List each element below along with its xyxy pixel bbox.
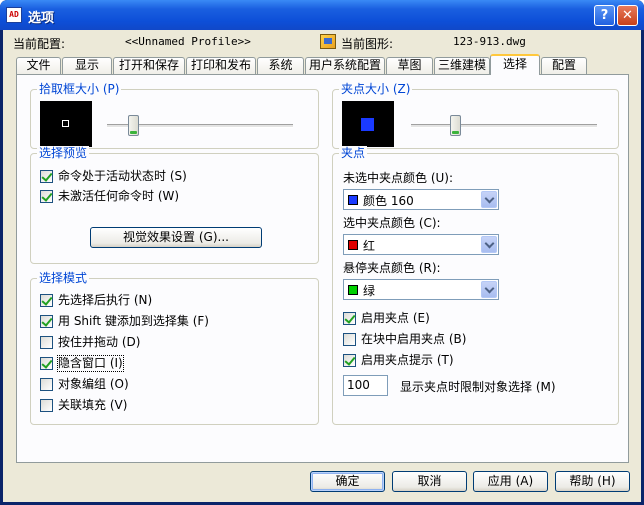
grip-slider-thumb[interactable] — [449, 115, 461, 136]
combo-value: 颜色 160 — [363, 194, 414, 208]
checkbox-box[interactable] — [40, 399, 53, 412]
selection-preview-title: 选择预览 — [37, 146, 90, 160]
checkbox-box[interactable] — [343, 333, 356, 346]
grip-object-limit-input[interactable]: 100 — [343, 375, 388, 396]
chevron-down-icon[interactable] — [481, 236, 497, 253]
dialog-client: 当前配置: <<Unnamed Profile>> 当前图形: 123-913.… — [3, 30, 641, 502]
color-swatch — [348, 195, 358, 205]
selection-modes-title: 选择模式 — [37, 271, 90, 285]
hover-grip-color-combo[interactable]: 绿 — [343, 279, 499, 300]
checkbox-box[interactable] — [40, 294, 53, 307]
tab-drafting[interactable]: 草图 — [386, 57, 433, 74]
grips-title: 夹点 — [339, 146, 368, 160]
color-swatch — [348, 285, 358, 295]
checkbox-label: 启用夹点提示 (T) — [361, 353, 454, 367]
visual-effect-settings-button[interactable]: 视觉效果设置 (G)... — [90, 227, 262, 248]
checkbox-label: 命令处于活动状态时 (S) — [58, 169, 187, 183]
title-bar[interactable]: AD 选项 ? ✕ — [0, 0, 644, 30]
current-profile-value: <<Unnamed Profile>> — [125, 35, 251, 48]
current-drawing-value: 123-913.dwg — [453, 35, 526, 48]
tab-profiles[interactable]: 配置 — [541, 57, 587, 74]
checkbox-box[interactable] — [343, 354, 356, 367]
checkbox-box[interactable] — [40, 378, 53, 391]
checkbox-box[interactable] — [40, 357, 53, 370]
grip-size-group: 夹点大小 (Z) — [332, 82, 619, 149]
help-title-button[interactable]: ? — [594, 5, 615, 26]
selected-grip-color-combo[interactable]: 红 — [343, 234, 499, 255]
tab-system[interactable]: 系统 — [257, 57, 304, 74]
cancel-button[interactable]: 取消 — [392, 471, 467, 492]
drawing-icon — [320, 34, 336, 49]
close-button[interactable]: ✕ — [617, 5, 638, 26]
checkbox-box[interactable] — [40, 315, 53, 328]
tab-3d-modeling[interactable]: 三维建模 — [434, 57, 490, 74]
pickbox-size-group: 拾取框大小 (P) — [30, 82, 319, 149]
checkbox-box[interactable] — [40, 190, 53, 203]
pickbox-preview — [40, 101, 92, 147]
checkbox-label: 启用夹点 (E) — [361, 311, 430, 325]
checkbox-label: 隐含窗口 (I) — [57, 355, 124, 372]
checkbox-label: 先选择后执行 (N) — [58, 293, 153, 307]
autocad-app-icon: AD — [6, 7, 22, 23]
checkbox-label: 未激活任何命令时 (W) — [58, 189, 180, 203]
color-swatch — [348, 240, 358, 250]
tab-display[interactable]: 显示 — [62, 57, 112, 74]
pickbox-size-title: 拾取框大小 (P) — [37, 82, 122, 96]
selection-preview-group: 选择预览 命令处于活动状态时 (S) 未激活任何命令时 (W) 视觉效果设置 (… — [30, 146, 319, 264]
unselected-grip-color-combo[interactable]: 颜色 160 — [343, 189, 499, 210]
selection-modes-group: 选择模式 先选择后执行 (N) 用 Shift 键添加到选择集 (F) 按住并拖… — [30, 271, 319, 425]
checkbox-label: 关联填充 (V) — [58, 398, 128, 412]
selection-tab-panel: 拾取框大小 (P) 选择预览 命令处于活动状态时 (S) 未激活任何命令时 (W… — [16, 74, 629, 463]
tab-plot-publish[interactable]: 打印和发布 — [186, 57, 256, 74]
window-title: 选项 — [28, 11, 55, 26]
checkbox-label: 对象编组 (O) — [58, 377, 129, 391]
grips-group: 夹点 未选中夹点颜色 (U): 颜色 160 选中夹点颜色 (C): 红 悬停夹… — [332, 146, 619, 425]
grip-preview-square — [361, 118, 374, 131]
tab-files[interactable]: 文件 — [16, 57, 61, 74]
tab-open-save[interactable]: 打开和保存 — [113, 57, 185, 74]
grip-object-limit-label: 显示夹点时限制对象选择 (M) — [400, 380, 556, 394]
chevron-down-icon[interactable] — [481, 191, 497, 208]
checkbox-box[interactable] — [40, 170, 53, 183]
apply-button[interactable]: 应用 (A) — [473, 471, 548, 492]
help-button[interactable]: 帮助 (H) — [555, 471, 630, 492]
current-drawing-label: 当前图形: — [341, 37, 394, 51]
checkbox-box[interactable] — [343, 312, 356, 325]
checkbox-label: 按住并拖动 (D) — [58, 335, 141, 349]
tab-user-preferences[interactable]: 用户系统配置 — [305, 57, 385, 74]
grip-size-title: 夹点大小 (Z) — [339, 82, 413, 96]
chevron-down-icon[interactable] — [481, 281, 497, 298]
tab-selection[interactable]: 选择 — [490, 54, 540, 75]
current-profile-label: 当前配置: — [13, 37, 66, 51]
grip-slider-track[interactable] — [411, 124, 597, 128]
checkbox-box[interactable] — [40, 336, 53, 349]
selected-grip-color-label: 选中夹点颜色 (C): — [343, 216, 441, 230]
checkbox-label: 用 Shift 键添加到选择集 (F) — [58, 314, 209, 328]
pickbox-slider-thumb[interactable] — [128, 115, 139, 136]
options-dialog: AD 选项 ? ✕ 当前配置: <<Unnamed Profile>> 当前图形… — [0, 0, 644, 505]
pickbox-preview-square — [62, 120, 69, 127]
grip-preview — [342, 101, 394, 147]
unselected-grip-color-label: 未选中夹点颜色 (U): — [343, 171, 454, 185]
combo-value: 红 — [363, 239, 376, 253]
checkbox-label: 在块中启用夹点 (B) — [361, 332, 467, 346]
hover-grip-color-label: 悬停夹点颜色 (R): — [343, 261, 441, 275]
combo-value: 绿 — [363, 284, 376, 298]
ok-button[interactable]: 确定 — [310, 471, 385, 492]
